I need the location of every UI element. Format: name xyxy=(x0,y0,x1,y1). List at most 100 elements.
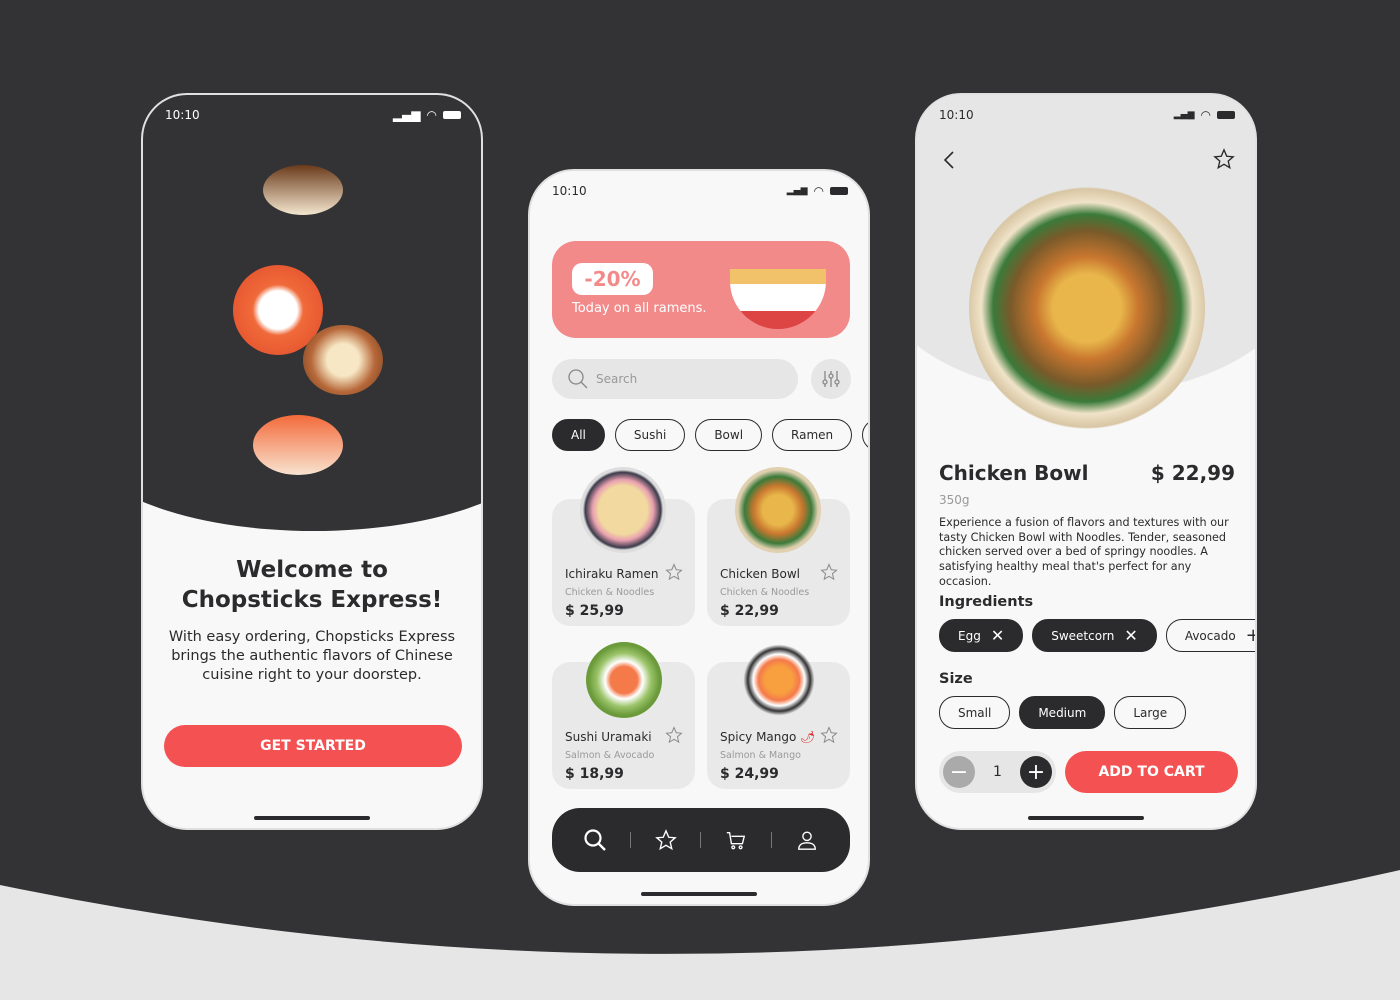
chicken-bowl-image xyxy=(969,185,1205,431)
filter-button[interactable] xyxy=(811,359,851,399)
ramen-image xyxy=(730,269,826,329)
welcome-title: Welcome to Chopsticks Express! xyxy=(181,557,443,613)
detail-screen: 10:10 ▂▄▆ ◠ Chicken Bowl $ 22,99 350g Expe… xyxy=(915,93,1257,830)
signal-icon: ▂▄▆ xyxy=(392,108,421,122)
status-icons: ▂▄▆ ◠ xyxy=(787,184,848,198)
size-medium[interactable]: Medium xyxy=(1019,696,1106,729)
food-card[interactable]: Chicken Bowl Chicken & Noodles $ 22,99 xyxy=(707,467,850,626)
signal-icon: ▂▄▆ xyxy=(786,186,808,196)
food-price: $ 22,99 xyxy=(720,603,779,619)
divider xyxy=(629,832,631,848)
ingredients-heading: Ingredients xyxy=(939,594,1034,610)
home-indicator xyxy=(254,816,370,820)
remove-icon[interactable]: ✕ xyxy=(991,626,1004,645)
home-indicator xyxy=(641,892,757,896)
food-price: $ 25,99 xyxy=(565,603,624,619)
size-heading: Size xyxy=(939,671,973,687)
food-subtitle: Chicken & Noodles xyxy=(565,587,655,598)
bottom-nav xyxy=(552,808,850,872)
star-icon[interactable] xyxy=(654,829,677,851)
tab-all[interactable]: All xyxy=(552,419,605,451)
signal-icon: ▂▄▆ xyxy=(1173,110,1195,120)
divider xyxy=(700,832,702,848)
welcome-text: With easy ordering, Chopsticks Express b… xyxy=(168,629,456,683)
menu-screen: 10:10 ▂▄▆ ◠ -20% Today on all ramens. Sea… xyxy=(528,169,870,906)
battery-icon xyxy=(830,187,848,195)
status-time: 10:10 xyxy=(165,108,200,122)
tab-sushi[interactable]: Sushi xyxy=(614,419,686,451)
status-time: 10:10 xyxy=(939,108,974,122)
tab-more[interactable]: N xyxy=(862,419,868,451)
sushi-image xyxy=(263,165,343,215)
status-icons: ▂▄▆ ◠ xyxy=(1174,108,1235,122)
tab-ramen[interactable]: Ramen xyxy=(772,419,853,451)
food-name: Spicy Mango 🌶 xyxy=(720,730,816,744)
ingredient-sweetcorn[interactable]: Sweetcorn ✕ xyxy=(1032,619,1157,652)
chili-icon: 🌶 xyxy=(800,730,816,744)
welcome-screen: 10:10 ▂▄▆ ◠ Welcome to Chopsticks Express… xyxy=(141,93,483,830)
search-input[interactable]: Search xyxy=(552,359,798,399)
star-icon[interactable] xyxy=(665,563,683,581)
sushi-image xyxy=(253,415,343,475)
food-price: $ 24,99 xyxy=(720,766,779,782)
ingredient-egg[interactable]: Egg ✕ xyxy=(939,619,1024,652)
sliders-icon xyxy=(822,371,840,387)
size-large[interactable]: Large xyxy=(1114,696,1187,729)
back-icon[interactable] xyxy=(943,151,955,169)
product-price: $ 22,99 xyxy=(1150,461,1235,485)
food-image xyxy=(735,467,821,553)
search-icon xyxy=(568,369,588,389)
add-to-cart-button[interactable]: ADD TO CART xyxy=(1065,751,1238,793)
battery-icon xyxy=(1217,111,1235,119)
food-subtitle: Salmon & Mango xyxy=(720,750,801,761)
search-placeholder: Search xyxy=(596,372,638,386)
food-name: Sushi Uramaki xyxy=(565,730,652,744)
ingredient-avocado[interactable]: Avocado+ xyxy=(1165,619,1255,652)
status-time: 10:10 xyxy=(552,184,587,198)
food-image xyxy=(586,642,662,718)
product-title: Chicken Bowl xyxy=(939,461,1089,485)
wifi-icon: ◠ xyxy=(426,108,437,122)
discount-badge: -20% xyxy=(572,263,653,295)
home-indicator xyxy=(1028,816,1144,820)
user-icon[interactable] xyxy=(796,829,818,851)
food-card[interactable]: Spicy Mango 🌶 Salmon & Mango $ 24,99 xyxy=(707,642,850,789)
star-icon[interactable] xyxy=(665,726,683,744)
cart-icon[interactable] xyxy=(725,829,747,851)
search-icon[interactable] xyxy=(584,829,606,851)
ingredients-list: Egg✕ Sweetcorn✕ Avocado+ Se xyxy=(939,619,1255,652)
get-started-button[interactable]: GET STARTED xyxy=(164,725,462,767)
wifi-icon: ◠ xyxy=(813,184,824,198)
wifi-icon: ◠ xyxy=(1200,108,1211,122)
food-card[interactable]: Ichiraku Ramen Chicken & Noodles $ 25,99 xyxy=(552,467,695,626)
quantity-value: 1 xyxy=(993,764,1002,780)
food-image xyxy=(741,642,817,718)
star-icon[interactable] xyxy=(1213,148,1235,170)
battery-icon xyxy=(443,111,461,119)
add-icon[interactable]: + xyxy=(1246,625,1255,646)
tab-bowl[interactable]: Bowl xyxy=(695,419,763,451)
size-options: Small Medium Large xyxy=(939,696,1187,729)
food-image xyxy=(580,467,666,553)
promo-text: Today on all ramens. xyxy=(572,301,707,316)
status-icons: ▂▄▆ ◠ xyxy=(393,108,461,122)
quantity-stepper: − 1 + xyxy=(939,751,1056,793)
decrease-button[interactable]: − xyxy=(943,756,975,788)
divider xyxy=(771,832,773,848)
size-small[interactable]: Small xyxy=(939,696,1011,729)
product-description: Experience a fusion of flavors and textu… xyxy=(939,516,1229,588)
star-icon[interactable] xyxy=(820,726,838,744)
food-name: Chicken Bowl xyxy=(720,567,800,581)
sushi-image xyxy=(303,325,383,395)
promo-banner[interactable]: -20% Today on all ramens. xyxy=(552,241,850,338)
food-name: Ichiraku Ramen xyxy=(565,567,659,581)
star-icon[interactable] xyxy=(820,563,838,581)
product-weight: 350g xyxy=(939,493,970,507)
increase-button[interactable]: + xyxy=(1019,756,1052,788)
food-card[interactable]: Sushi Uramaki Salmon & Avocado $ 18,99 xyxy=(552,642,695,789)
food-subtitle: Chicken & Noodles xyxy=(720,587,810,598)
category-tabs: All Sushi Bowl Ramen N xyxy=(552,419,868,451)
food-price: $ 18,99 xyxy=(565,766,624,782)
remove-icon[interactable]: ✕ xyxy=(1124,626,1137,645)
food-subtitle: Salmon & Avocado xyxy=(565,750,655,761)
